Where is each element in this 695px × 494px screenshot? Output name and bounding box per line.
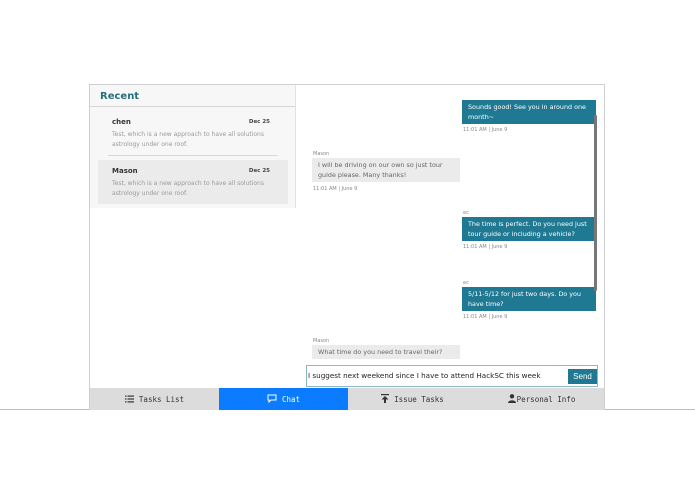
recent-title: Recent xyxy=(100,91,140,102)
outgoing-message: 5/11-5/12 for just two days. Do you have… xyxy=(462,287,596,311)
outgoing-message: Sounds good! See you in around one month… xyxy=(462,100,596,124)
divider xyxy=(90,106,295,107)
chat-app: Recent chen Dec 25 Test, which is a new … xyxy=(89,84,605,410)
message-input[interactable]: I suggest next weekend since I have to a… xyxy=(306,365,598,387)
message-timestamp: 11:01 AM | June 9 xyxy=(463,127,508,133)
nav-issue-tasks[interactable]: Issue Tasks xyxy=(348,388,477,410)
chat-scrollbar[interactable] xyxy=(594,115,597,291)
nav-label: Personal Info xyxy=(516,395,576,404)
nav-personal-info[interactable]: Personal Info xyxy=(477,388,604,410)
nav-label: Chat xyxy=(281,395,301,404)
chat-icon xyxy=(267,394,277,405)
message-timestamp: 11:01 AM | June 9 xyxy=(463,314,508,320)
conversation-item-mason[interactable]: Mason Dec 25 Test, which is a new approa… xyxy=(98,160,288,204)
nav-label: Issue Tasks xyxy=(394,395,444,404)
conversation-item-chen[interactable]: chen Dec 25 Test, which is a new approac… xyxy=(98,111,288,155)
outgoing-message: The time is perfect. Do you need just to… xyxy=(462,217,596,241)
nav-chat[interactable]: Chat xyxy=(219,388,348,410)
nav-label: Tasks List xyxy=(138,395,185,404)
conversation-date: Dec 25 xyxy=(248,168,270,174)
conversation-name: Mason xyxy=(112,167,138,175)
divider xyxy=(108,155,278,156)
message-sender: Mason xyxy=(313,338,330,344)
conversation-preview: Test, which is a new approach to have al… xyxy=(112,180,264,197)
list-icon xyxy=(124,395,134,405)
upload-icon xyxy=(381,394,390,405)
conversation-preview: Test, which is a new approach to have al… xyxy=(112,131,264,148)
message-timestamp: 11:01 AM | June 9 xyxy=(313,186,358,192)
message-timestamp: 11:01 AM | June 9 xyxy=(463,244,508,250)
person-icon xyxy=(507,394,516,405)
incoming-message: I will be driving on our own so just tou… xyxy=(312,158,460,182)
conversation-date: Dec 25 xyxy=(248,119,270,125)
message-sender: Mason xyxy=(313,151,330,157)
incoming-message: What time do you need to travel their? xyxy=(312,345,460,359)
message-sender: ec xyxy=(463,210,469,216)
bottom-nav: Tasks List Chat Issue Tasks Personal Inf… xyxy=(90,388,604,410)
conversation-name: chen xyxy=(112,118,131,126)
message-input-value: I suggest next weekend since I have to a… xyxy=(308,371,541,380)
recent-sidebar: Recent chen Dec 25 Test, which is a new … xyxy=(90,85,296,208)
send-button[interactable]: Send xyxy=(568,369,597,384)
nav-tasks-list[interactable]: Tasks List xyxy=(90,388,219,410)
message-sender: ec xyxy=(463,280,469,286)
